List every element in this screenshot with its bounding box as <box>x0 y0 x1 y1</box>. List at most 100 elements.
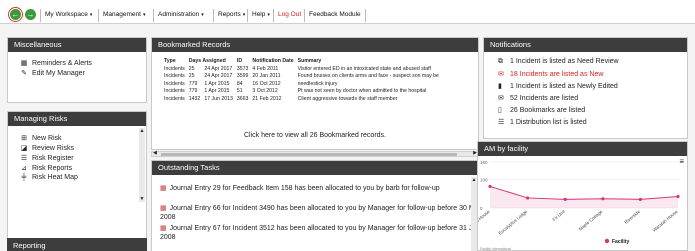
y-tick-label: 0 <box>480 206 483 211</box>
menu-help[interactable]: Help ▾ <box>247 9 274 22</box>
reporting-panel-title[interactable]: Reporting <box>7 238 147 251</box>
legend-marker <box>604 238 610 244</box>
chevron-down-icon: ▼ <box>139 196 145 202</box>
column-header: Type <box>164 58 176 64</box>
data-point <box>488 184 492 189</box>
x-tick-label: Eucalyptus Lodge <box>498 209 529 236</box>
scroll-thumb[interactable] <box>161 153 457 156</box>
calendar-icon: ▦ <box>160 205 167 212</box>
risk-heat-map-link[interactable]: ╪ Risk Heat Map <box>20 174 78 181</box>
review-risks-link[interactable]: ◪ Review Risks <box>20 144 74 152</box>
chart-footer: Facility International <box>480 247 511 251</box>
calendar-icon: ▦ <box>160 185 167 192</box>
table-row[interactable]: Incidents 25 24 Apr 2017 3599 20 Jan 2011 Fou… <box>164 73 443 81</box>
panel-title: Bookmarked Records <box>152 38 478 52</box>
chevron-down-icon: ▾ <box>242 12 246 18</box>
new-risk-link[interactable]: ⊞ New Risk <box>20 134 62 142</box>
chevron-down-icon: ▾ <box>142 12 146 18</box>
notification-item[interactable]: ▯ 26 Bookmarks are listed <box>498 106 585 114</box>
arrow-left-icon: ← <box>11 10 20 19</box>
y-tick-label: 100 <box>480 177 488 182</box>
edit-square-icon: ◪ <box>20 145 28 152</box>
list-icon: ☰ <box>20 155 28 162</box>
table-row[interactable]: Incidents 779 1 Apr 2015 51 3 Oct 2012 Pt was… <box>164 88 443 96</box>
managing-risks-panel: Managing Risks ⊞ New Risk ◪ Review Risks ☰… <box>7 111 147 251</box>
risks-scrollbar[interactable]: ▲ ▼ <box>139 128 145 202</box>
menu-my-workspace[interactable]: My Workspace ▾ <box>40 9 96 22</box>
notification-item[interactable]: ✉ 18 Incidents are listed as New <box>498 70 603 78</box>
bookmarks-table: Type Days Assigned ID Notification Date … <box>164 58 443 104</box>
menu-feedback-module[interactable]: Feedback Module <box>304 9 366 22</box>
chevron-down-icon: ▾ <box>267 12 270 18</box>
chevron-down-icon: ▾ <box>89 12 93 18</box>
facility-chart: 160 100 0Acacia House Eucalyptus Lodge Fir U… <box>478 160 680 251</box>
table-row[interactable]: Incidents 1432 17 Jun 2013 3663 21 Feb 2012 C… <box>164 96 443 104</box>
calendar-icon: ▦ <box>20 60 28 67</box>
data-point <box>638 197 642 201</box>
list-icon: ☰ <box>498 119 505 126</box>
notification-item[interactable]: ⧉ 1 Incident is listed as Need Review <box>498 58 619 66</box>
back-button[interactable]: ← <box>8 7 23 22</box>
data-point <box>526 196 530 200</box>
menu-reports[interactable]: Reports ▾ <box>213 9 249 22</box>
chart-title: AM by facility <box>478 142 687 156</box>
risk-reports-link[interactable]: ⊿ Risk Reports <box>20 164 72 172</box>
series-area <box>490 186 678 208</box>
x-tick-label: Fir Unit <box>552 208 567 222</box>
envelope-open-icon: ✉ <box>498 95 504 102</box>
table-header-row: Type Days Assigned ID Notification Date … <box>164 58 443 66</box>
arrow-right-icon: → <box>26 10 35 19</box>
table-row[interactable]: Incidents 25 24 Apr 2017 3573 4 Feb 2011 Visi… <box>164 66 443 74</box>
bookmark-icon: ▯ <box>498 107 502 114</box>
column-header: Days Assigned <box>188 58 226 64</box>
menu-log-out[interactable]: Log Out <box>273 9 305 22</box>
reminders-alerts-link[interactable]: ▦ Reminders & Alerts <box>20 59 92 67</box>
envelope-icon: ✉ <box>498 71 504 78</box>
x-tick-label: Maple Cottage <box>578 209 604 232</box>
data-point <box>601 197 605 201</box>
heat-map-icon: ╪ <box>21 174 27 181</box>
notification-item[interactable]: ☰ 1 Distribution list is listed <box>498 118 587 126</box>
file-icon: ▮ <box>498 83 502 90</box>
line-chart-icon: ⊿ <box>21 165 27 172</box>
notification-item[interactable]: ✉ 52 Incidents are listed <box>498 94 578 102</box>
x-tick-label: Riverside <box>623 209 641 225</box>
legend-label: Facility <box>612 239 629 245</box>
menu-management[interactable]: Management ▾ <box>98 9 149 22</box>
column-header: ID <box>236 58 243 64</box>
chevron-up-icon: ▲ <box>139 128 145 134</box>
chevron-down-icon: ▾ <box>201 12 204 18</box>
edit-icon: ✎ <box>21 70 27 77</box>
task-item[interactable]: ▦ Journal Entry 29 for Feedback Item 158 … <box>160 184 490 193</box>
edit-my-manager-link[interactable]: ✎ Edit My Manager <box>20 69 85 77</box>
task-item[interactable]: ▦ Journal Entry 66 for Incident 3490 has … <box>160 204 490 222</box>
chevron-left-icon: ◀ <box>153 150 157 156</box>
y-tick-label: 160 <box>480 160 488 165</box>
notifications-panel: Notifications ⧉ 1 Incident is listed as N… <box>483 37 688 139</box>
calendar-icon: ▦ <box>160 225 167 232</box>
view-all-bookmarks-link[interactable]: Click here to view all 26 Bookmarked rec… <box>152 132 478 139</box>
task-item[interactable]: ▦ Journal Entry 67 for Incident 3512 has … <box>160 224 490 242</box>
copy-icon: ⧉ <box>498 58 503 65</box>
menu-bar: ← → My Workspace ▾ Management ▾ Administra… <box>0 0 695 24</box>
bookmarked-records-panel: Bookmarked Records Type Days Assigned ID… <box>151 37 479 150</box>
panel-title: Managing Risks <box>8 112 146 126</box>
plus-square-icon: ⊞ <box>21 135 27 142</box>
menu-administration[interactable]: Administration ▾ <box>153 9 208 22</box>
am-by-facility-panel: AM by facility ≡ 1601000Acacia HouseEuca… <box>477 141 688 251</box>
forward-button[interactable]: → <box>25 9 36 20</box>
outstanding-tasks-panel: Outstanding Tasks ▦ Journal Entry 29 for … <box>151 160 481 251</box>
panel-title: Outstanding Tasks <box>152 161 478 175</box>
risk-register-link[interactable]: ☰ Risk Register <box>20 154 74 162</box>
data-point <box>676 194 680 199</box>
x-tick-label: Waratah House <box>652 209 679 233</box>
notification-item[interactable]: ▮ 1 Incident is listed as Newly Edited <box>498 82 618 90</box>
data-point <box>563 197 567 201</box>
panel-title: Notifications <box>484 38 687 52</box>
x-tick-label: Acacia House <box>478 209 491 231</box>
column-header: Notification Date <box>252 58 294 64</box>
panel-title: Miscellaneous <box>8 38 146 52</box>
bookmarks-hscrollbar[interactable]: ◀ ▶ <box>151 150 479 157</box>
table-row[interactable]: Incidents 779 1 Apr 2015 84 16 Oct 2012 needl… <box>164 81 443 89</box>
miscellaneous-panel: Miscellaneous ▦ Reminders & Alerts ✎ Edit … <box>7 37 147 103</box>
